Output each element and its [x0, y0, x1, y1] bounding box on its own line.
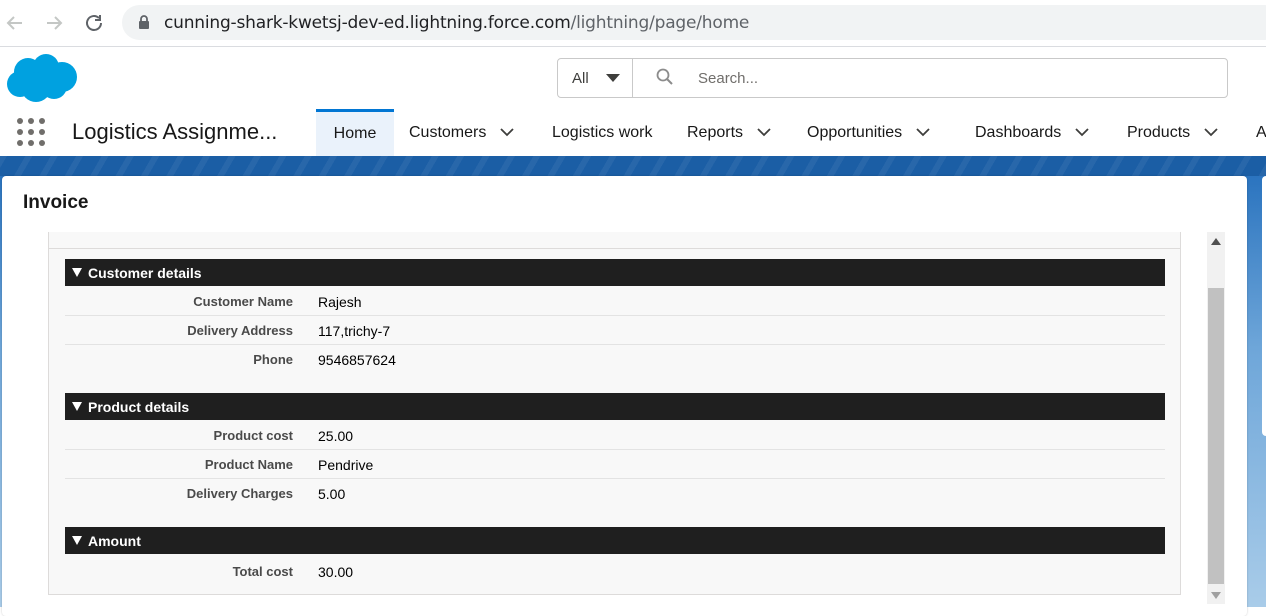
search-scope-label: All [572, 70, 589, 87]
invoice-card: Invoice Customer details Customer Name R… [2, 176, 1247, 616]
field-value: Rajesh [318, 294, 362, 310]
field-label: Product cost [213, 428, 293, 443]
card-title: Invoice [23, 192, 89, 213]
tab-reports[interactable]: Reports [687, 109, 771, 156]
field-label: Phone [253, 352, 293, 367]
app-navigation: Logistics Assignme... Home Customers Log… [0, 109, 1266, 156]
tab-label: Customers [409, 123, 487, 141]
field-label: Delivery Charges [186, 486, 293, 501]
tab-label: Dashboards [975, 123, 1062, 141]
frame-top-band [49, 232, 1180, 249]
tab-label: A [1256, 123, 1266, 141]
tab-opportunities[interactable]: Opportunities [807, 109, 930, 156]
tab-label: Reports [687, 123, 744, 141]
field-label: Product Name [204, 457, 293, 472]
tab-label: Products [1127, 123, 1191, 141]
caret-down-icon [606, 74, 620, 82]
detail-row: Product cost 25.00 [65, 420, 1165, 450]
scroll-up-arrow-icon[interactable] [1211, 238, 1221, 245]
tab-products[interactable]: Products [1127, 109, 1218, 156]
tab-label: Home [333, 125, 377, 142]
detail-row: Total cost 30.00 [65, 556, 1165, 585]
collapse-triangle-icon[interactable] [72, 268, 82, 277]
field-value: 25.00 [318, 428, 354, 444]
chevron-down-icon[interactable] [500, 124, 514, 142]
field-label: Customer Name [193, 294, 293, 309]
tab-logistics-work[interactable]: Logistics work [552, 109, 652, 156]
salesforce-logo-icon[interactable] [6, 53, 80, 108]
field-label: Total cost [232, 564, 293, 579]
tab-home[interactable]: Home [316, 109, 394, 156]
field-value: 5.00 [318, 486, 346, 502]
collapse-triangle-icon[interactable] [72, 402, 82, 411]
forward-icon[interactable] [42, 11, 66, 35]
detail-row: Phone 9546857624 [65, 344, 1165, 373]
app-launcher-icon[interactable] [17, 118, 45, 146]
field-value: 30.00 [318, 564, 354, 580]
url-host: cunning-shark-kwetsj-dev-ed.lightning.fo… [164, 13, 571, 33]
tab-overflow[interactable]: A [1256, 109, 1266, 156]
section-header[interactable]: Customer details [65, 259, 1165, 286]
search-input[interactable] [696, 65, 1200, 91]
search-icon [656, 68, 674, 91]
global-header: All [0, 47, 1266, 109]
detail-row: Product Name Pendrive [65, 449, 1165, 479]
section-title: Product details [88, 399, 190, 415]
field-value: 117,trichy-7 [318, 323, 391, 339]
adjacent-card-edge [1262, 176, 1266, 436]
chevron-down-icon[interactable] [757, 124, 771, 142]
tab-dashboards[interactable]: Dashboards [975, 109, 1089, 156]
chevron-down-icon[interactable] [1204, 124, 1218, 142]
section-header[interactable]: Amount [65, 527, 1165, 554]
section-title: Customer details [88, 265, 202, 281]
tab-customers[interactable]: Customers [409, 109, 514, 156]
scrollbar[interactable] [1207, 232, 1225, 604]
browser-toolbar: cunning-shark-kwetsj-dev-ed.lightning.fo… [0, 0, 1266, 47]
url-path: /lightning/page/home [570, 13, 750, 33]
detail-row: Customer Name Rajesh [65, 286, 1165, 316]
detail-row: Delivery Address 117,trichy-7 [65, 315, 1165, 345]
lock-icon[interactable] [138, 15, 150, 35]
scroll-down-arrow-icon[interactable] [1211, 592, 1221, 599]
app-name: Logistics Assignme... [72, 119, 278, 144]
reload-icon[interactable] [82, 11, 106, 35]
collapse-triangle-icon[interactable] [72, 536, 82, 545]
field-value: 9546857624 [318, 352, 396, 368]
back-icon[interactable] [3, 11, 27, 35]
field-label: Delivery Address [187, 323, 293, 338]
tab-label: Logistics work [552, 123, 653, 141]
invoice-frame: Customer details Customer Name Rajesh De… [48, 232, 1181, 595]
address-bar[interactable]: cunning-shark-kwetsj-dev-ed.lightning.fo… [122, 5, 1266, 40]
chevron-down-icon[interactable] [1075, 124, 1089, 142]
scroll-thumb[interactable] [1208, 288, 1224, 584]
chevron-down-icon[interactable] [916, 124, 930, 142]
detail-row: Delivery Charges 5.00 [65, 478, 1165, 507]
search-scope-dropdown[interactable]: All [558, 59, 633, 97]
section-title: Amount [88, 533, 141, 549]
tab-label: Opportunities [807, 123, 903, 141]
global-search: All [557, 58, 1228, 98]
section-header[interactable]: Product details [65, 393, 1165, 420]
field-value: Pendrive [318, 457, 374, 473]
url-text: cunning-shark-kwetsj-dev-ed.lightning.fo… [164, 13, 749, 33]
